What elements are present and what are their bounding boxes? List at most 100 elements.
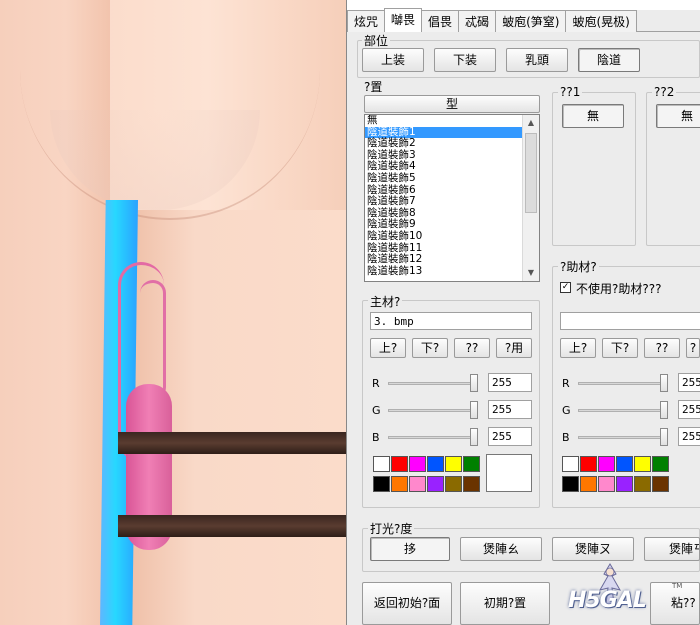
- scroll-up-icon[interactable]: ▲: [523, 115, 539, 131]
- site-logo: H5GAL TM: [568, 560, 684, 622]
- list-header[interactable]: 型: [364, 95, 540, 113]
- main-up-button[interactable]: 上?: [370, 338, 406, 358]
- tab-3[interactable]: 忒碣: [458, 10, 497, 32]
- color-swatch[interactable]: [616, 476, 633, 492]
- color-swatch[interactable]: [580, 456, 597, 472]
- color-swatch[interactable]: [373, 456, 390, 472]
- color-swatch[interactable]: [463, 456, 480, 472]
- aux-apply-button[interactable]: ?: [686, 338, 700, 358]
- lighting-button-0[interactable]: 拸: [370, 537, 450, 561]
- rgb-value-field[interactable]: 255: [488, 427, 532, 446]
- lighting-button-2[interactable]: 煲陣ㄡ: [552, 537, 634, 561]
- rgb-value-field[interactable]: 255: [678, 400, 700, 419]
- color-swatch[interactable]: [373, 476, 390, 492]
- slider-thumb[interactable]: [660, 401, 668, 419]
- slider-track[interactable]: [578, 409, 668, 412]
- aux-material-field[interactable]: [560, 312, 700, 330]
- tab-4[interactable]: 蚾庖(笋窒): [495, 10, 567, 32]
- main-color-preview[interactable]: [486, 454, 532, 492]
- color-swatch[interactable]: [580, 476, 597, 492]
- tab-1[interactable]: 嚹畏: [384, 8, 423, 32]
- pink-wire-2: [140, 280, 166, 400]
- color-swatch[interactable]: [634, 456, 651, 472]
- list-scrollbar[interactable]: ▲ ▼: [522, 115, 539, 281]
- slider-thumb[interactable]: [660, 374, 668, 392]
- aux-checkbox-label: 不使用?助材???: [576, 282, 662, 296]
- color-swatch[interactable]: [562, 476, 579, 492]
- slider-track[interactable]: [388, 409, 478, 412]
- color-swatch[interactable]: [598, 476, 615, 492]
- color-swatch[interactable]: [445, 476, 462, 492]
- slider-track[interactable]: [578, 436, 668, 439]
- rgb-label: G: [372, 404, 381, 417]
- slider-thumb[interactable]: [470, 374, 478, 392]
- main-down-button[interactable]: 下?: [412, 338, 448, 358]
- lighting-button-1[interactable]: 煲陣ㄠ: [460, 537, 542, 561]
- scroll-down-icon[interactable]: ▼: [523, 265, 539, 281]
- list-item[interactable]: 陰道裝飾7: [365, 196, 539, 208]
- slot1-button[interactable]: 無: [562, 104, 624, 128]
- list-item[interactable]: 無: [365, 115, 539, 127]
- main-q-button[interactable]: ??: [454, 338, 490, 358]
- color-swatch[interactable]: [427, 456, 444, 472]
- main-material-label: 主材?: [368, 293, 403, 310]
- tab-bar: 炫咒 嚹畏 倡畏 忒碣 蚾庖(笋窒) 蚾庖(晃极): [347, 8, 700, 32]
- main-apply-button[interactable]: ?用: [496, 338, 532, 358]
- rgb-value-field[interactable]: 255: [488, 400, 532, 419]
- part-button-nipple[interactable]: 乳頭: [506, 48, 568, 72]
- color-swatch[interactable]: [391, 476, 408, 492]
- color-swatch[interactable]: [409, 456, 426, 472]
- color-swatch[interactable]: [391, 456, 408, 472]
- tab-0[interactable]: 炫咒: [347, 10, 386, 32]
- slot2-button[interactable]: 無: [656, 104, 700, 128]
- slider-thumb[interactable]: [470, 401, 478, 419]
- aux-up-button[interactable]: 上?: [560, 338, 596, 358]
- list-item[interactable]: 陰道裝飾12: [365, 254, 539, 266]
- list-item[interactable]: 陰道裝飾5: [365, 172, 539, 185]
- color-swatch[interactable]: [598, 456, 615, 472]
- list-item[interactable]: 陰道裝飾13: [365, 265, 539, 278]
- color-swatch[interactable]: [427, 476, 444, 492]
- main-material-field[interactable]: 3. bmp: [370, 312, 532, 330]
- color-swatch[interactable]: [562, 456, 579, 472]
- rgb-label: B: [372, 431, 380, 444]
- tab-5[interactable]: 蚾庖(晃极): [565, 10, 637, 32]
- color-swatch[interactable]: [634, 476, 651, 492]
- rgb-value-field[interactable]: 255: [488, 373, 532, 392]
- aux-checkbox[interactable]: ✓: [560, 282, 571, 293]
- aux-down-button[interactable]: 下?: [602, 338, 638, 358]
- slider-thumb[interactable]: [470, 428, 478, 446]
- rgb-label: G: [562, 404, 571, 417]
- part-button-bottom[interactable]: 下装: [434, 48, 496, 72]
- placement-label: ?置: [362, 78, 385, 95]
- reset-view-button[interactable]: 返回初始?面: [362, 582, 452, 625]
- slider-track[interactable]: [388, 436, 478, 439]
- part-group-label: 部位: [362, 32, 391, 49]
- slot1-label: ??1: [558, 85, 583, 99]
- color-swatch[interactable]: [652, 456, 669, 472]
- tab-2[interactable]: 倡畏: [421, 10, 460, 32]
- strap-bottom: [118, 515, 346, 537]
- rgb-value-field[interactable]: 255: [678, 373, 700, 392]
- color-swatch[interactable]: [616, 456, 633, 472]
- 3d-viewport[interactable]: [0, 0, 346, 625]
- rgb-value-field[interactable]: 255: [678, 427, 700, 446]
- color-swatch[interactable]: [409, 476, 426, 492]
- slider-track[interactable]: [388, 382, 478, 385]
- slider-track[interactable]: [578, 382, 668, 385]
- scroll-thumb[interactable]: [525, 133, 537, 213]
- color-swatch[interactable]: [652, 476, 669, 492]
- part-button-top[interactable]: 上装: [362, 48, 424, 72]
- aux-q-button[interactable]: ??: [644, 338, 680, 358]
- slot2-label: ??2: [652, 85, 677, 99]
- color-swatch[interactable]: [445, 456, 462, 472]
- slider-thumb[interactable]: [660, 428, 668, 446]
- initial-settings-button[interactable]: 初期?置: [460, 582, 550, 625]
- color-swatch[interactable]: [463, 476, 480, 492]
- lighting-button-3[interactable]: 煲陣ㄢ: [644, 537, 700, 561]
- placement-list[interactable]: 無陰道裝飾1 陰道裝飾2 陰道裝飾3 陰道裝飾4 陰道裝飾5 陰道裝飾6 陰道裝飾7 陰道裝飾…: [364, 114, 540, 282]
- rgb-label: B: [562, 431, 570, 444]
- list-item[interactable]: 陰道裝飾10: [365, 230, 539, 243]
- logo-text: H5GAL: [568, 588, 647, 613]
- part-button-vagina[interactable]: 陰道: [578, 48, 640, 72]
